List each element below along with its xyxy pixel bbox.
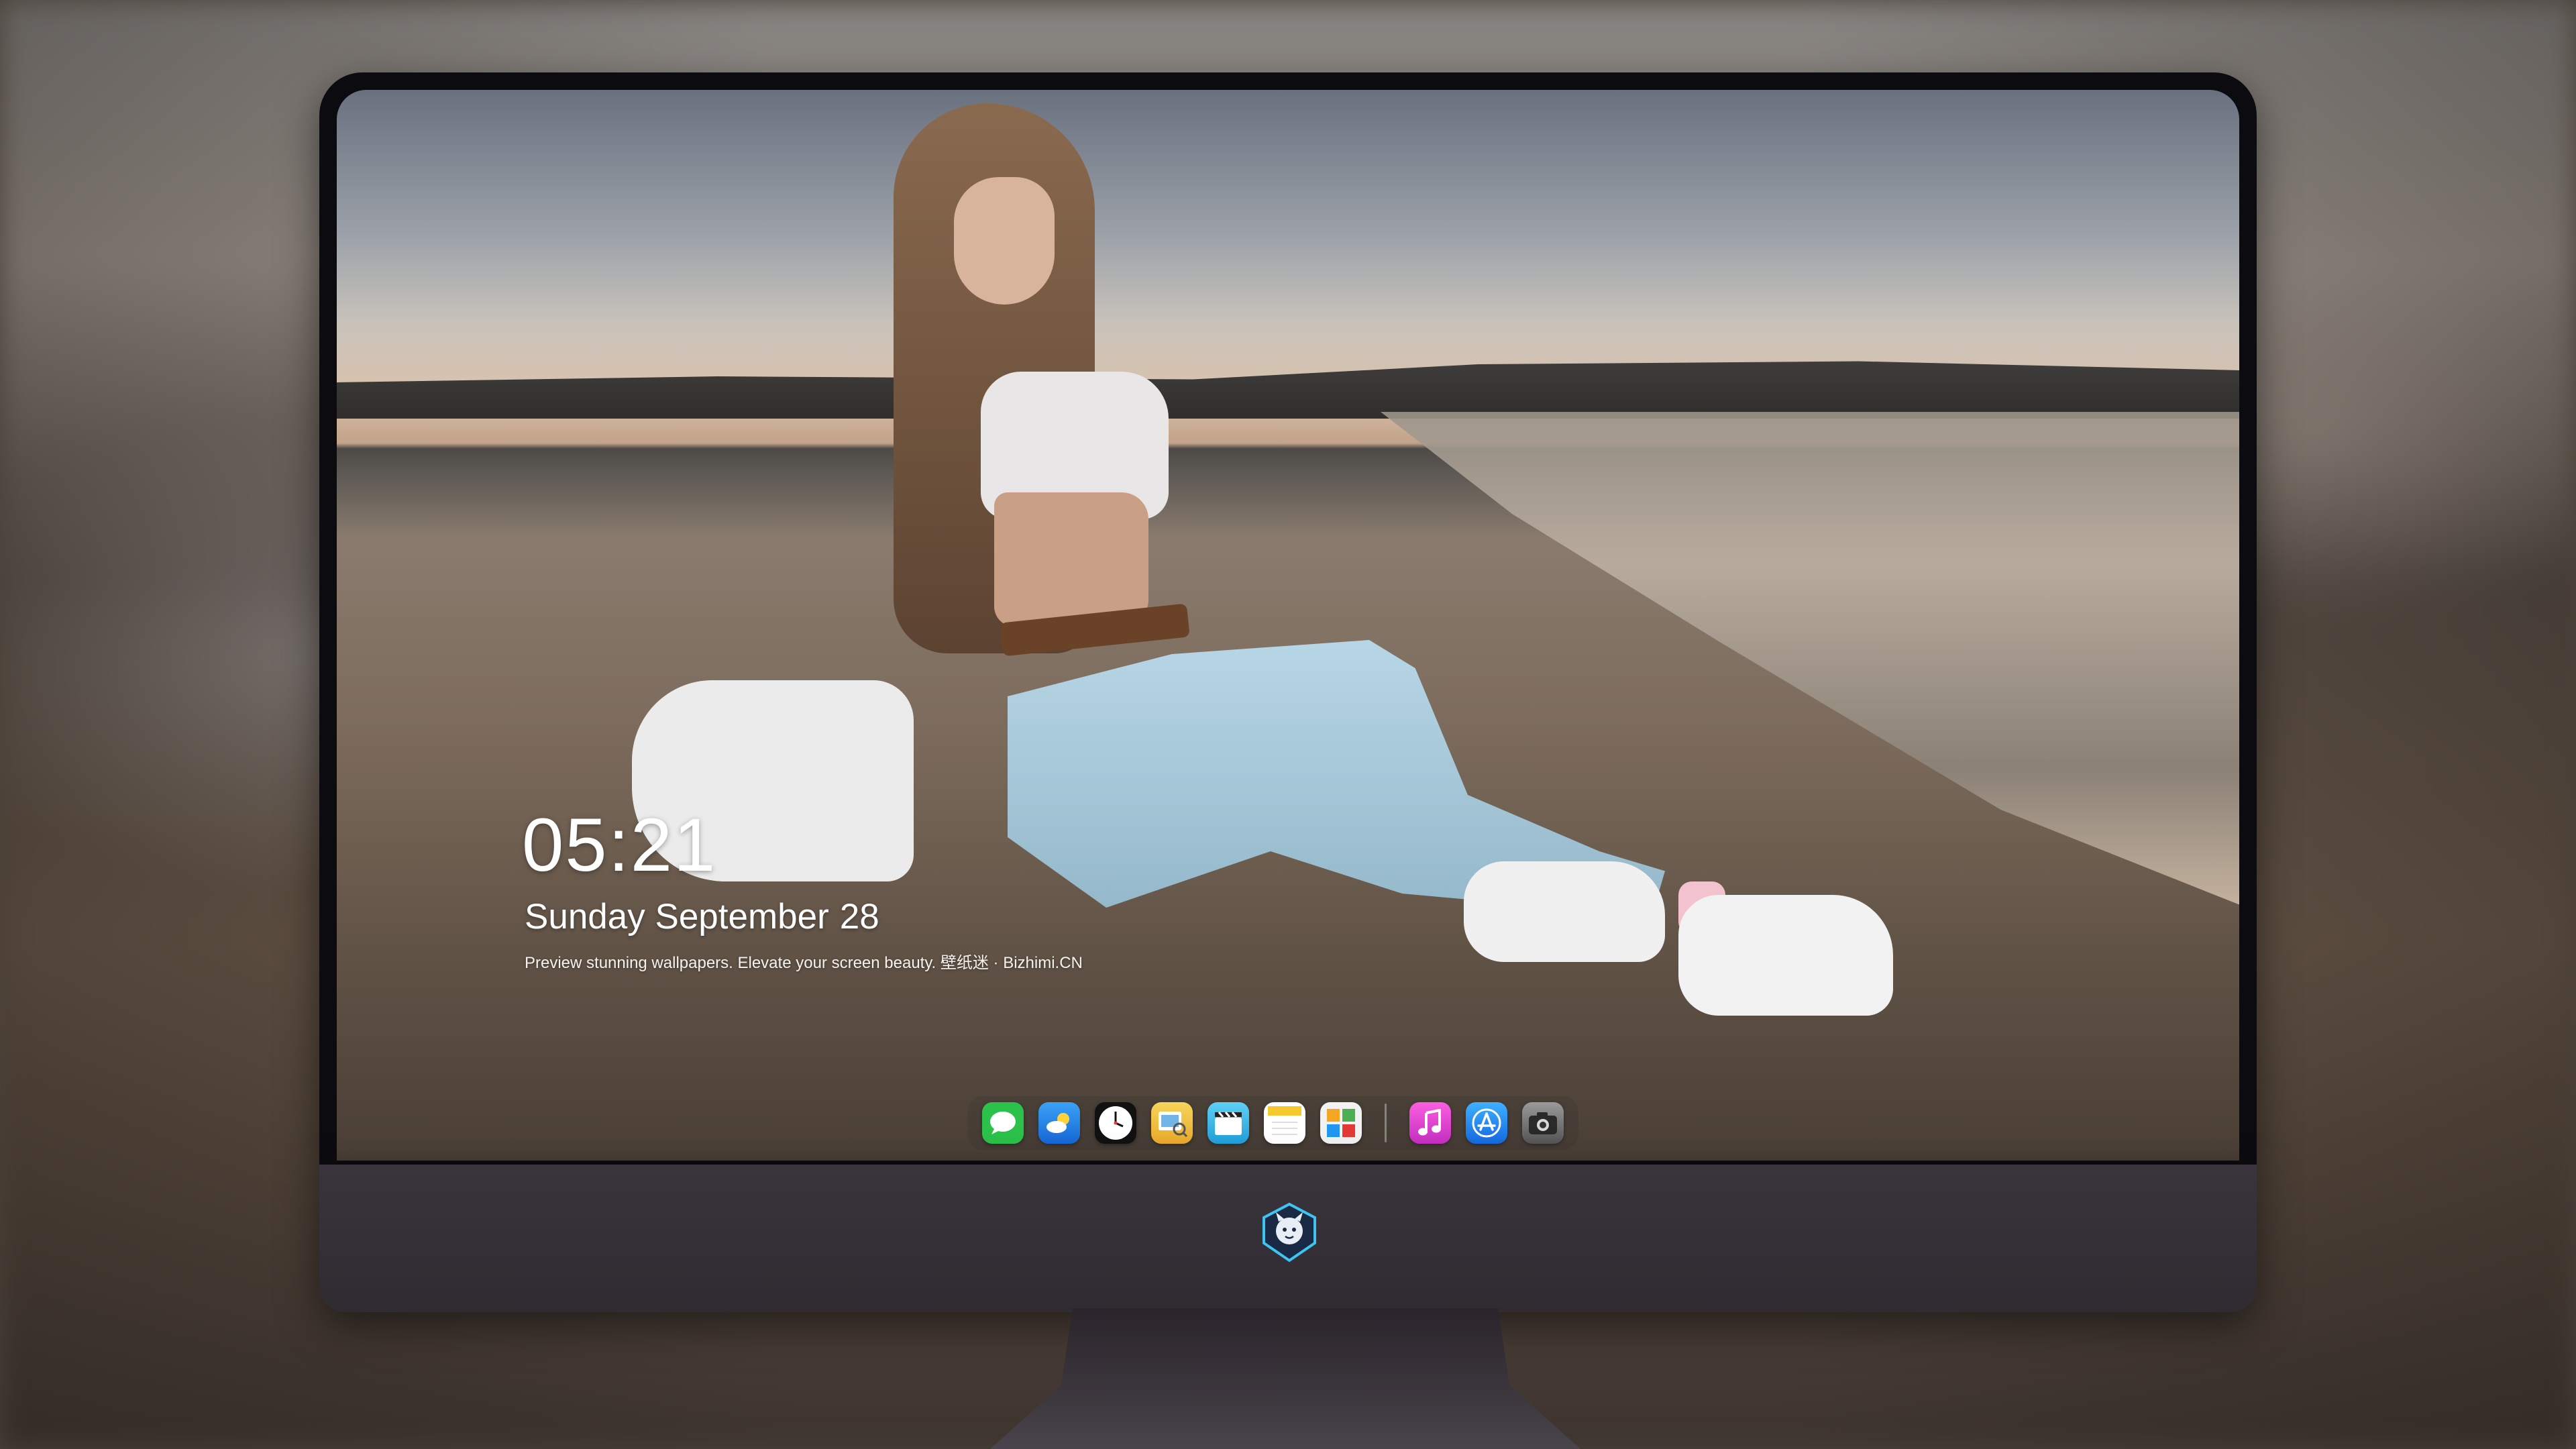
- clips-icon[interactable]: [1208, 1102, 1249, 1144]
- camera-icon[interactable]: [1522, 1102, 1564, 1144]
- dock: [967, 1096, 1578, 1150]
- date-weekday-month: Sunday September: [525, 897, 829, 936]
- date-day: 28: [839, 897, 879, 936]
- monitor-bezel: 05:21 Sunday September 28 Preview stunnin…: [319, 72, 2257, 1165]
- monitor: 05:21 Sunday September 28 Preview stunnin…: [319, 72, 2257, 1312]
- weather-icon[interactable]: [1038, 1102, 1080, 1144]
- monitor-chin: [319, 1165, 2257, 1312]
- lock-screen[interactable]: 05:21 Sunday September 28 Preview stunnin…: [337, 90, 2239, 1161]
- photo-grid-icon[interactable]: [1320, 1102, 1362, 1144]
- wallpaper-caption: Preview stunning wallpapers. Elevate you…: [525, 954, 1083, 972]
- clock-icon[interactable]: [1095, 1102, 1136, 1144]
- wallpaper-shoe: [1678, 895, 1893, 1016]
- dock-separator: [1385, 1104, 1387, 1142]
- brand-logo: [1263, 1202, 1316, 1263]
- wallpaper-face: [954, 177, 1055, 305]
- messages-icon[interactable]: [982, 1102, 1024, 1144]
- monitor-stand: [990, 1308, 1580, 1449]
- music-icon[interactable]: [1409, 1102, 1451, 1144]
- lock-screen-date: Sunday September 28: [525, 899, 879, 934]
- app-store-icon[interactable]: [1466, 1102, 1507, 1144]
- wallpaper-torso: [994, 492, 1148, 627]
- wallpaper-figure: [632, 90, 1893, 1161]
- notes-icon[interactable]: [1264, 1102, 1305, 1144]
- preview-icon[interactable]: [1151, 1102, 1193, 1144]
- lock-screen-time: 05:21: [522, 803, 717, 887]
- wallpaper-shoe: [1464, 861, 1665, 962]
